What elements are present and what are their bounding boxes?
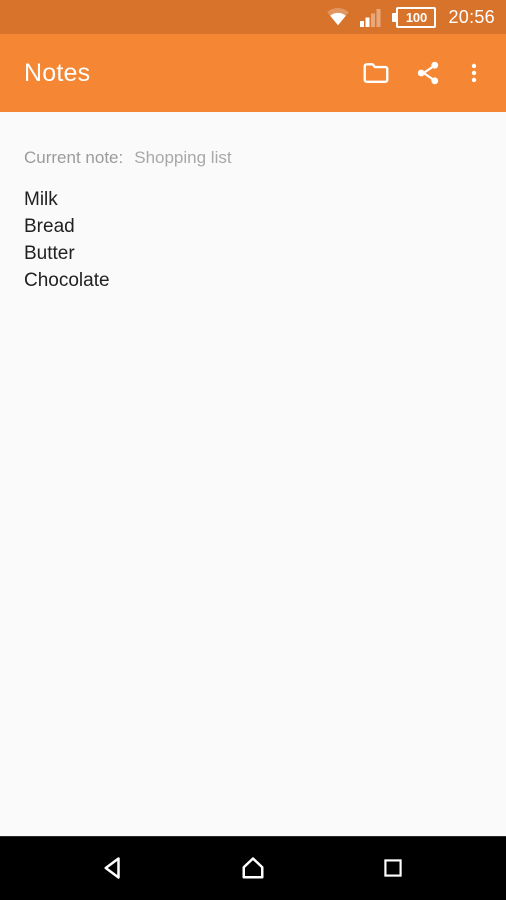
note-line: Bread <box>24 216 75 237</box>
cellular-signal-icon <box>360 7 382 27</box>
battery-level-text: 100 <box>405 9 427 25</box>
status-bar: 100 20:56 <box>0 0 506 34</box>
status-bar-clock: 20:56 <box>448 7 495 27</box>
phone-screen: 100 20:56 Notes Current note: Shopping l… <box>0 0 506 900</box>
note-line: Chocolate <box>24 270 110 291</box>
recents-icon[interactable] <box>348 836 438 900</box>
current-note-label: Current note: <box>24 148 124 167</box>
wifi-icon <box>326 7 350 27</box>
app-bar: Notes <box>0 34 506 117</box>
note-text-body[interactable]: Milk Bread Butter Chocolate <box>24 186 482 294</box>
battery-icon: 100 <box>392 6 437 28</box>
current-note-row: Current note: Shopping list <box>24 148 232 168</box>
note-content-area[interactable]: Current note: Shopping list Milk Bread B… <box>0 112 506 900</box>
back-icon[interactable] <box>68 836 158 900</box>
folder-icon[interactable] <box>350 45 402 101</box>
battery-body: 100 <box>396 6 437 28</box>
app-title: Notes <box>24 58 91 87</box>
app-bar-actions <box>350 45 506 101</box>
current-note-title: Shopping list <box>134 148 232 167</box>
share-icon[interactable] <box>402 45 454 101</box>
home-icon[interactable] <box>208 836 298 900</box>
note-line: Milk <box>24 189 58 210</box>
overflow-menu-icon[interactable] <box>454 45 494 101</box>
system-navigation-bar <box>0 836 506 900</box>
note-line: Butter <box>24 243 75 264</box>
